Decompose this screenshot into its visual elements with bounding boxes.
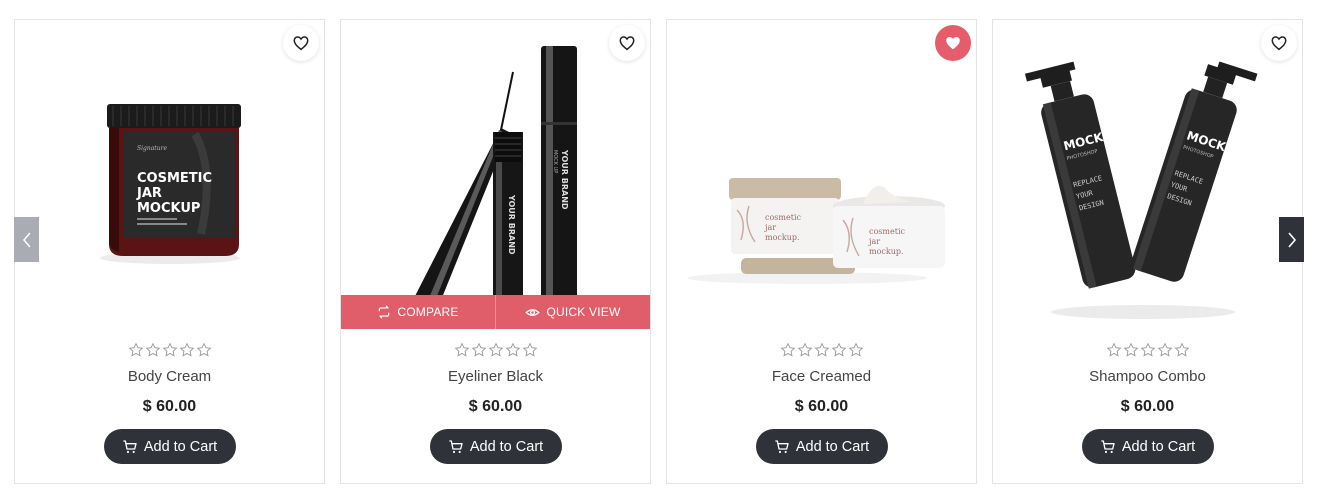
add-to-cart-label: Add to Cart [469,438,544,455]
star-icon [831,342,846,357]
star-icon [1140,342,1155,357]
product-card-face-creamed[interactable]: cosmetic jar mockup. cosmetic jar mockup… [666,19,977,484]
heart-icon [946,37,960,50]
product-title[interactable]: Body Cream [15,368,324,388]
product-image[interactable]: MOCKUP PHOTOSHOP REPLACE YOUR DESIGN MOC… [993,20,1302,330]
add-to-cart-label: Add to Cart [143,438,218,455]
star-icon [196,342,211,357]
star-icon [1123,342,1138,357]
add-to-cart-label: Add to Cart [1121,438,1196,455]
tube-brand-label: YOUR BRAND [507,194,516,255]
product-image[interactable]: cosmetic jar mockup. cosmetic jar mockup… [667,20,976,330]
product-image[interactable]: YOUR BRAND YOUR BRAND MOCK UP [341,20,650,330]
star-icon [780,342,795,357]
star-icon [179,342,194,357]
compare-label: COMPARE [397,305,459,319]
rating-stars [993,340,1302,360]
quick-view-label: QUICK VIEW [546,305,621,319]
tube2-brand-label: YOUR BRAND [560,149,569,210]
wishlist-button[interactable] [283,25,319,61]
quick-view-button[interactable]: QUICK VIEW [495,295,650,329]
product-price: $ 60.00 [794,398,849,415]
heart-icon [1271,36,1287,51]
add-to-cart-button[interactable]: Add to Cart [1081,429,1214,464]
tube2-small-label: MOCK UP [552,150,558,173]
chevron-left-icon [22,231,31,248]
wishlist-button[interactable] [1261,25,1297,61]
carousel-prev-button[interactable] [14,217,39,262]
add-to-cart-label: Add to Cart [795,438,870,455]
rating-stars [667,340,976,360]
wishlist-button[interactable] [609,25,645,61]
product-carousel: Signature COSMETIC JAR MOCKUP Body Cream… [0,0,1318,498]
jar1-label-line3: mockup. [765,233,800,242]
star-icon [471,342,486,357]
star-icon [814,342,829,357]
add-to-cart-button[interactable]: Add to Cart [429,429,562,464]
carousel-next-button[interactable] [1279,217,1304,262]
product-card-body-cream[interactable]: Signature COSMETIC JAR MOCKUP Body Cream… [14,19,325,484]
product-image[interactable]: Signature COSMETIC JAR MOCKUP [15,20,324,330]
jar2-label-line2: jar [868,237,880,246]
star-icon [454,342,469,357]
cart-icon [449,439,463,453]
eye-icon [525,308,541,316]
product-price: $ 60.00 [1120,398,1175,415]
star-icon [488,342,503,357]
star-icon [145,342,160,357]
product-title[interactable]: Eyeliner Black [341,368,650,388]
jar2-label-line1: cosmetic [869,227,905,236]
star-icon [1106,342,1121,357]
cart-icon [775,439,789,453]
star-icon [1174,342,1189,357]
product-title[interactable]: Face Creamed [667,368,976,388]
jar1-label-line1: cosmetic [765,213,801,222]
jar-label-line3: MOCKUP [137,201,200,216]
star-icon [128,342,143,357]
svg-text:Signature: Signature [137,145,167,152]
compare-arrows-icon [379,305,390,319]
product-title[interactable]: Shampoo Combo [993,368,1302,388]
cart-icon [1101,439,1115,453]
product-price: $ 60.00 [468,398,523,415]
heart-icon [293,36,309,51]
product-card-shampoo-combo[interactable]: MOCKUP PHOTOSHOP REPLACE YOUR DESIGN MOC… [992,19,1303,484]
star-icon [162,342,177,357]
product-price: $ 60.00 [142,398,197,415]
star-icon [1157,342,1172,357]
star-icon [522,342,537,357]
heart-icon [619,36,635,51]
chevron-right-icon [1287,231,1296,248]
rating-stars [15,340,324,360]
product-hover-actions: COMPARE QUICK VIEW [341,295,650,329]
star-icon [505,342,520,357]
jar2-label-line3: mockup. [869,247,904,256]
add-to-cart-button[interactable]: Add to Cart [103,429,236,464]
compare-button[interactable]: COMPARE [341,295,495,329]
product-card-eyeliner-black[interactable]: YOUR BRAND YOUR BRAND MOCK UP COMPARE QU… [340,19,651,484]
jar-label-line2: JAR [136,186,162,201]
jar-label-line1: COSMETIC [137,171,212,186]
star-icon [848,342,863,357]
rating-stars [341,340,650,360]
jar1-label-line2: jar [764,223,776,232]
add-to-cart-button[interactable]: Add to Cart [755,429,888,464]
wishlist-button[interactable] [935,25,971,61]
star-icon [797,342,812,357]
cart-icon [123,439,137,453]
